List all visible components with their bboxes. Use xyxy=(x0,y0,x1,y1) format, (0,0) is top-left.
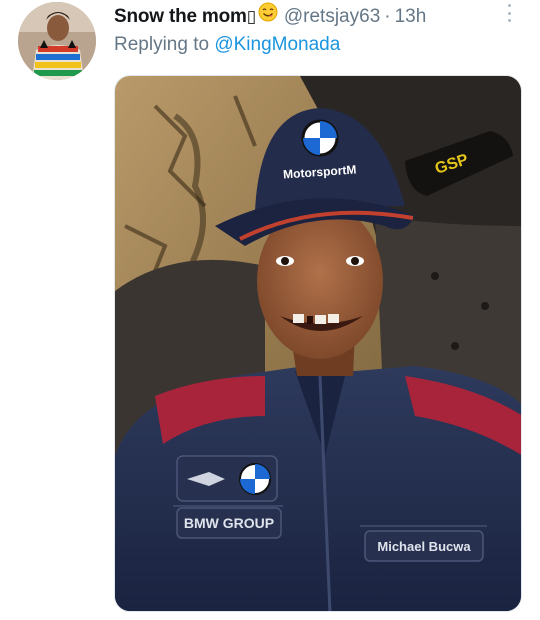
user-handle[interactable]: @retsjay63 xyxy=(284,6,380,28)
replying-to-line: Replying to @KingMonada xyxy=(114,34,340,56)
replying-to-label: Replying to xyxy=(114,34,215,55)
yum-face-emoji-icon xyxy=(258,2,278,22)
display-name[interactable]: Snow the mom xyxy=(114,6,247,28)
avatar[interactable] xyxy=(18,2,96,80)
timestamp[interactable]: 13h xyxy=(395,6,427,28)
tweet-photo[interactable]: GSP MotorsportM BMW GROUP Michael Bucwa xyxy=(114,75,522,612)
replying-to-link[interactable]: @KingMonada xyxy=(214,34,340,55)
jacket-left-text: BMW GROUP xyxy=(184,515,274,531)
tweet[interactable]: Snow the mom ▯ @retsjay63 · 13h Replying… xyxy=(0,0,540,620)
selfie-photo-icon: GSP MotorsportM BMW GROUP Michael Bucwa xyxy=(115,76,521,611)
jacket-right-text: Michael Bucwa xyxy=(377,539,471,554)
missing-glyph: ▯ xyxy=(246,7,256,26)
separator-dot: · xyxy=(384,6,391,27)
profile-photo-icon xyxy=(18,2,96,80)
tweet-header: Snow the mom ▯ @retsjay63 · 13h xyxy=(114,2,426,28)
more-vertical-icon[interactable] xyxy=(502,2,516,24)
